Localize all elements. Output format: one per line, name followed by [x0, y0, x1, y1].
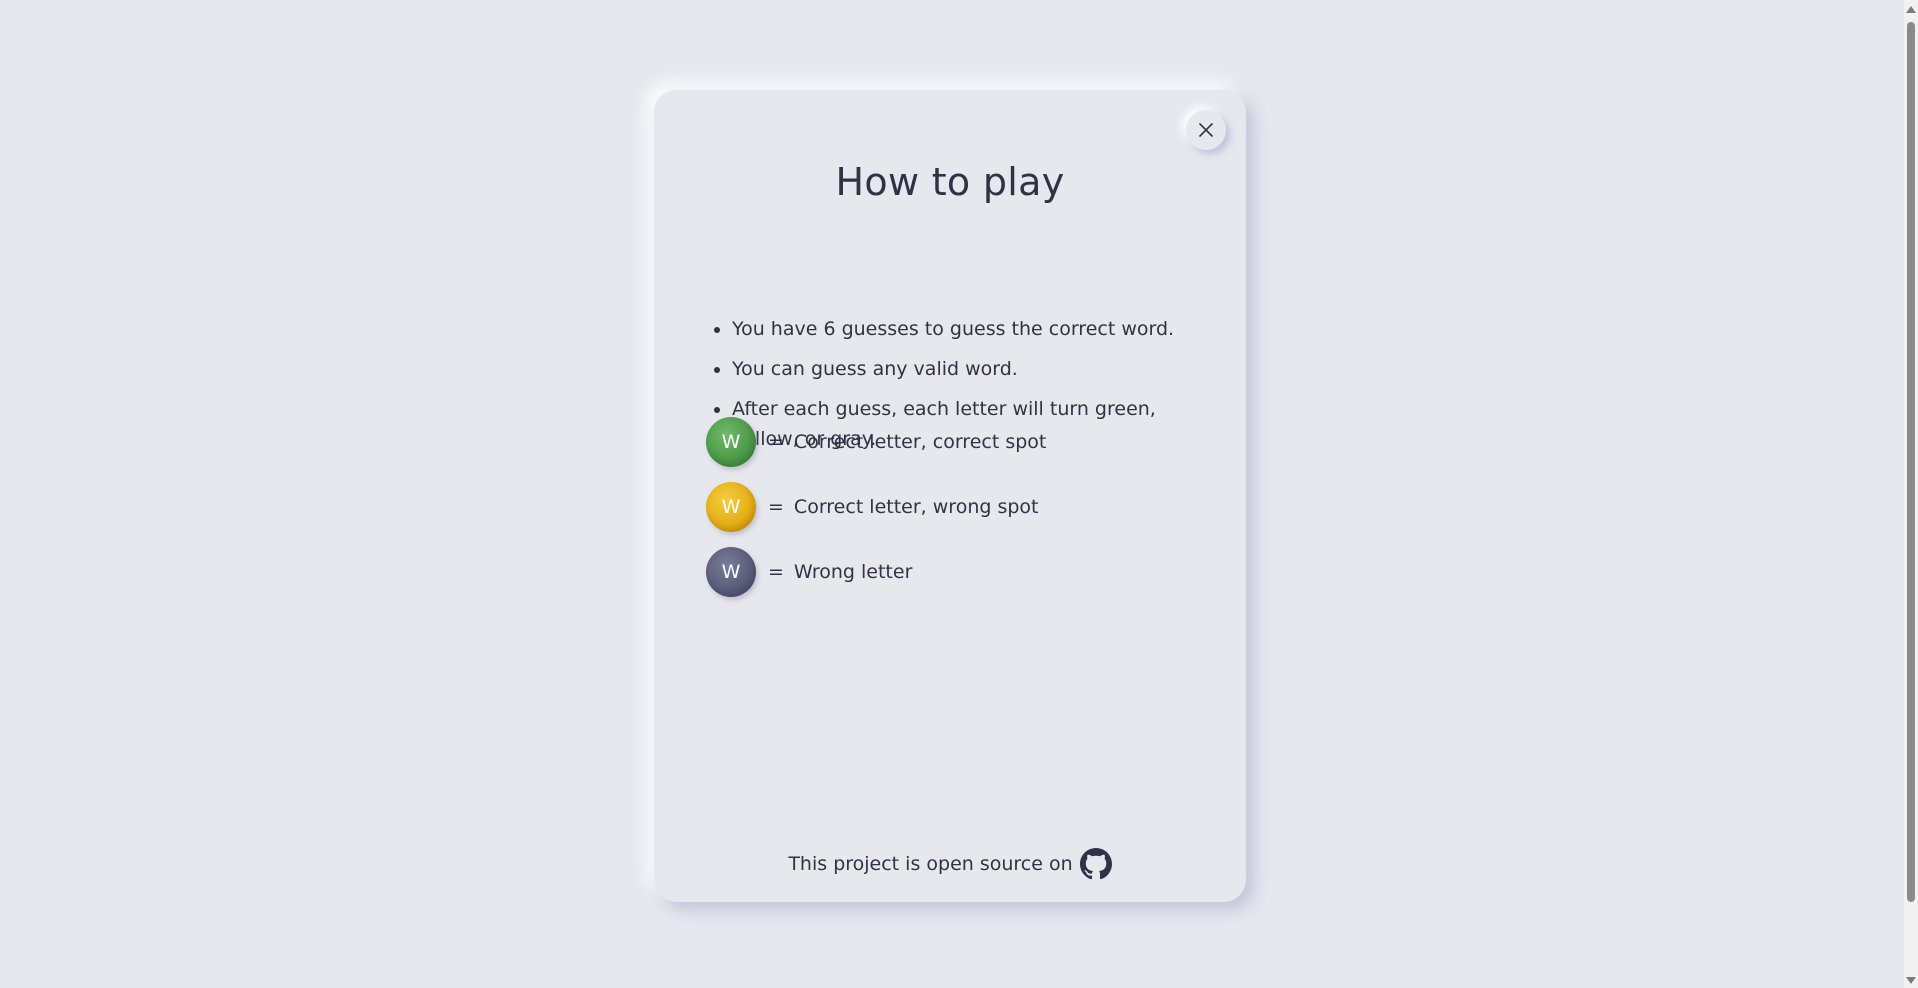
footer-text: This project is open source on — [788, 853, 1073, 875]
scroll-up-arrow-icon[interactable] — [1906, 6, 1916, 13]
github-icon — [1079, 848, 1112, 880]
how-to-play-modal: How to play You have 6 guesses to guess … — [654, 90, 1246, 902]
close-icon — [1199, 123, 1213, 137]
tile-yellow: W — [706, 482, 756, 532]
github-link[interactable] — [1079, 848, 1112, 880]
tile-gray: W — [706, 547, 756, 597]
rule-item: You can guess any valid word. — [732, 354, 1206, 384]
footer: This project is open source on — [654, 848, 1246, 880]
legend-row-correct: W = Correct letter, correct spot — [706, 416, 1046, 468]
equals-sign: = — [768, 561, 784, 583]
page: How to play You have 6 guesses to guess … — [0, 0, 1918, 988]
rule-item: You have 6 guesses to guess the correct … — [732, 314, 1206, 344]
equals-sign: = — [768, 496, 784, 518]
scroll-thumb[interactable] — [1907, 22, 1915, 902]
scroll-down-arrow-icon[interactable] — [1906, 977, 1916, 984]
legend-label: Correct letter, correct spot — [793, 431, 1047, 453]
modal-title: How to play — [835, 160, 1065, 204]
legend-row-absent: W = Wrong letter — [706, 546, 912, 598]
legend-label: Wrong letter — [793, 561, 913, 583]
tile-green: W — [706, 417, 756, 467]
legend-label: Correct letter, wrong spot — [793, 496, 1039, 518]
page-scrollbar[interactable] — [1904, 0, 1918, 988]
close-button[interactable] — [1186, 110, 1226, 150]
legend-row-present: W = Correct letter, wrong spot — [706, 481, 1039, 533]
equals-sign: = — [768, 431, 784, 453]
